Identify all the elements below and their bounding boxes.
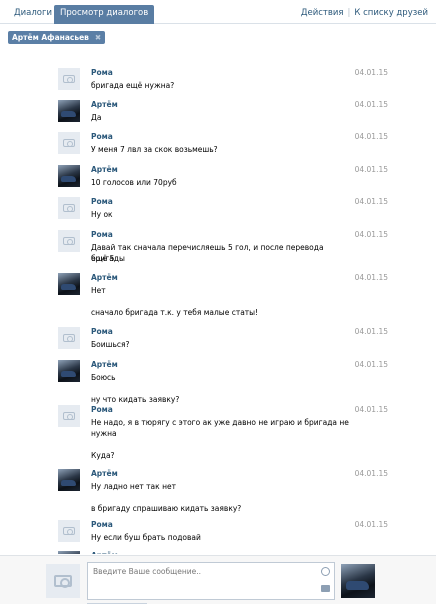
author-name[interactable]: Артём xyxy=(91,273,118,283)
author-avatar-placeholder[interactable] xyxy=(58,68,80,90)
message-date: 04.01.15 xyxy=(354,405,388,414)
message-composer: Введите Ваше сообщение.. xyxy=(0,555,436,604)
author-avatar-placeholder[interactable] xyxy=(58,327,80,349)
message-text: Боишься? xyxy=(91,340,130,349)
message-text: Куда? xyxy=(91,451,115,460)
message-date: 04.01.15 xyxy=(354,165,388,174)
message-text: Ну ладно нет так нет xyxy=(91,482,176,491)
camera-icon xyxy=(63,334,75,342)
author-name[interactable]: Рома xyxy=(91,230,113,240)
author-avatar-photo[interactable] xyxy=(58,165,80,187)
message-text: Нет xyxy=(91,286,106,295)
camera-icon xyxy=(63,139,75,147)
interlocutor-avatar[interactable] xyxy=(341,564,375,598)
message-date: 04.01.15 xyxy=(354,273,388,282)
author-name[interactable]: Рома xyxy=(91,327,113,337)
message-date: 04.01.15 xyxy=(354,520,388,529)
message-text: 10 голосов или 70руб xyxy=(91,178,177,187)
author-name[interactable]: Артём xyxy=(91,551,118,554)
author-avatar-placeholder[interactable] xyxy=(58,405,80,427)
message-date: 04.01.15 xyxy=(354,360,388,369)
smile-icon[interactable] xyxy=(321,567,330,576)
actions-separator: | xyxy=(347,8,351,18)
author-name[interactable]: Рома xyxy=(91,197,113,207)
camera-icon xyxy=(63,237,75,245)
author-name[interactable]: Рома xyxy=(91,520,113,530)
message-date: 04.01.15 xyxy=(354,68,388,77)
friends-list-link[interactable]: К списку друзей xyxy=(354,8,428,18)
attach-icon[interactable] xyxy=(321,585,330,592)
author-avatar-placeholder[interactable] xyxy=(58,230,80,252)
tab-dialogs[interactable]: Диалоги xyxy=(8,5,58,24)
author-name[interactable]: Рома xyxy=(91,132,113,142)
author-name[interactable]: Артём xyxy=(91,469,118,479)
message-date: 04.01.15 xyxy=(354,469,388,478)
author-avatar-photo[interactable] xyxy=(58,551,80,554)
camera-icon xyxy=(63,527,75,535)
tab-view-dialogs[interactable]: Просмотр диалогов xyxy=(54,5,155,24)
camera-icon xyxy=(63,412,75,420)
message-input-placeholder: Введите Ваше сообщение.. xyxy=(93,567,201,576)
author-name[interactable]: Рома xyxy=(91,405,113,415)
message-date: 04.01.15 xyxy=(354,100,388,109)
message-text: Ну ок xyxy=(91,210,113,219)
camera-icon xyxy=(63,75,75,83)
author-name[interactable]: Артём xyxy=(91,360,118,370)
actions-link[interactable]: Действия xyxy=(301,8,344,18)
author-avatar-placeholder[interactable] xyxy=(58,520,80,542)
message-text: сначало бригада т.к. у тебя малые статы! xyxy=(91,308,259,317)
message-list: Рома 04.01.15 бригада ещё нужна? Артём 04.01… xyxy=(48,55,388,554)
top-navigation: Диалоги Просмотр диалогов Действия | К спи… xyxy=(0,0,436,24)
author-avatar-photo[interactable] xyxy=(58,360,80,382)
author-avatar-photo[interactable] xyxy=(58,273,80,295)
author-avatar-placeholder[interactable] xyxy=(58,197,80,219)
author-avatar-photo[interactable] xyxy=(58,100,80,122)
message-text: Да xyxy=(91,113,102,122)
author-name[interactable]: Артём xyxy=(91,100,118,110)
own-avatar xyxy=(46,564,80,598)
message-text: Не надо, я в тюрягу с этого ак уже давно… xyxy=(91,418,349,427)
top-actions: Действия | К списку друзей xyxy=(301,5,428,22)
author-avatar-placeholder[interactable] xyxy=(58,132,80,154)
author-name[interactable]: Артём xyxy=(91,165,118,175)
message-text: У меня 7 лвл за скок возьмешь? xyxy=(91,145,218,154)
message-text: бригада ещё нужна? xyxy=(91,81,175,90)
message-date: 04.01.15 xyxy=(354,230,388,239)
conversation-filter-chip[interactable]: Артём Афанасьев ✖ xyxy=(8,31,106,44)
message-input[interactable]: Введите Ваше сообщение.. xyxy=(87,562,335,600)
camera-icon xyxy=(54,575,72,588)
camera-icon xyxy=(63,204,75,212)
message-date: 04.01.15 xyxy=(354,197,388,206)
message-text: Ну если буш брать подовай xyxy=(91,533,201,542)
message-text: Боюсь xyxy=(91,373,116,382)
message-text: в бригаду спрашиваю кидать заявку? xyxy=(91,504,242,513)
message-date: 04.01.15 xyxy=(354,327,388,336)
message-text: нужна xyxy=(91,429,117,438)
close-icon[interactable]: ✖ xyxy=(95,33,101,42)
author-avatar-photo[interactable] xyxy=(58,469,80,491)
message-text: ещё 5 xyxy=(91,254,115,263)
author-name[interactable]: Рома xyxy=(91,68,113,78)
message-date: 04.01.15 xyxy=(354,132,388,141)
message-text: ну что кидать заявку? xyxy=(91,395,180,404)
filter-chip-label: Артём Афанасьев xyxy=(12,33,89,42)
